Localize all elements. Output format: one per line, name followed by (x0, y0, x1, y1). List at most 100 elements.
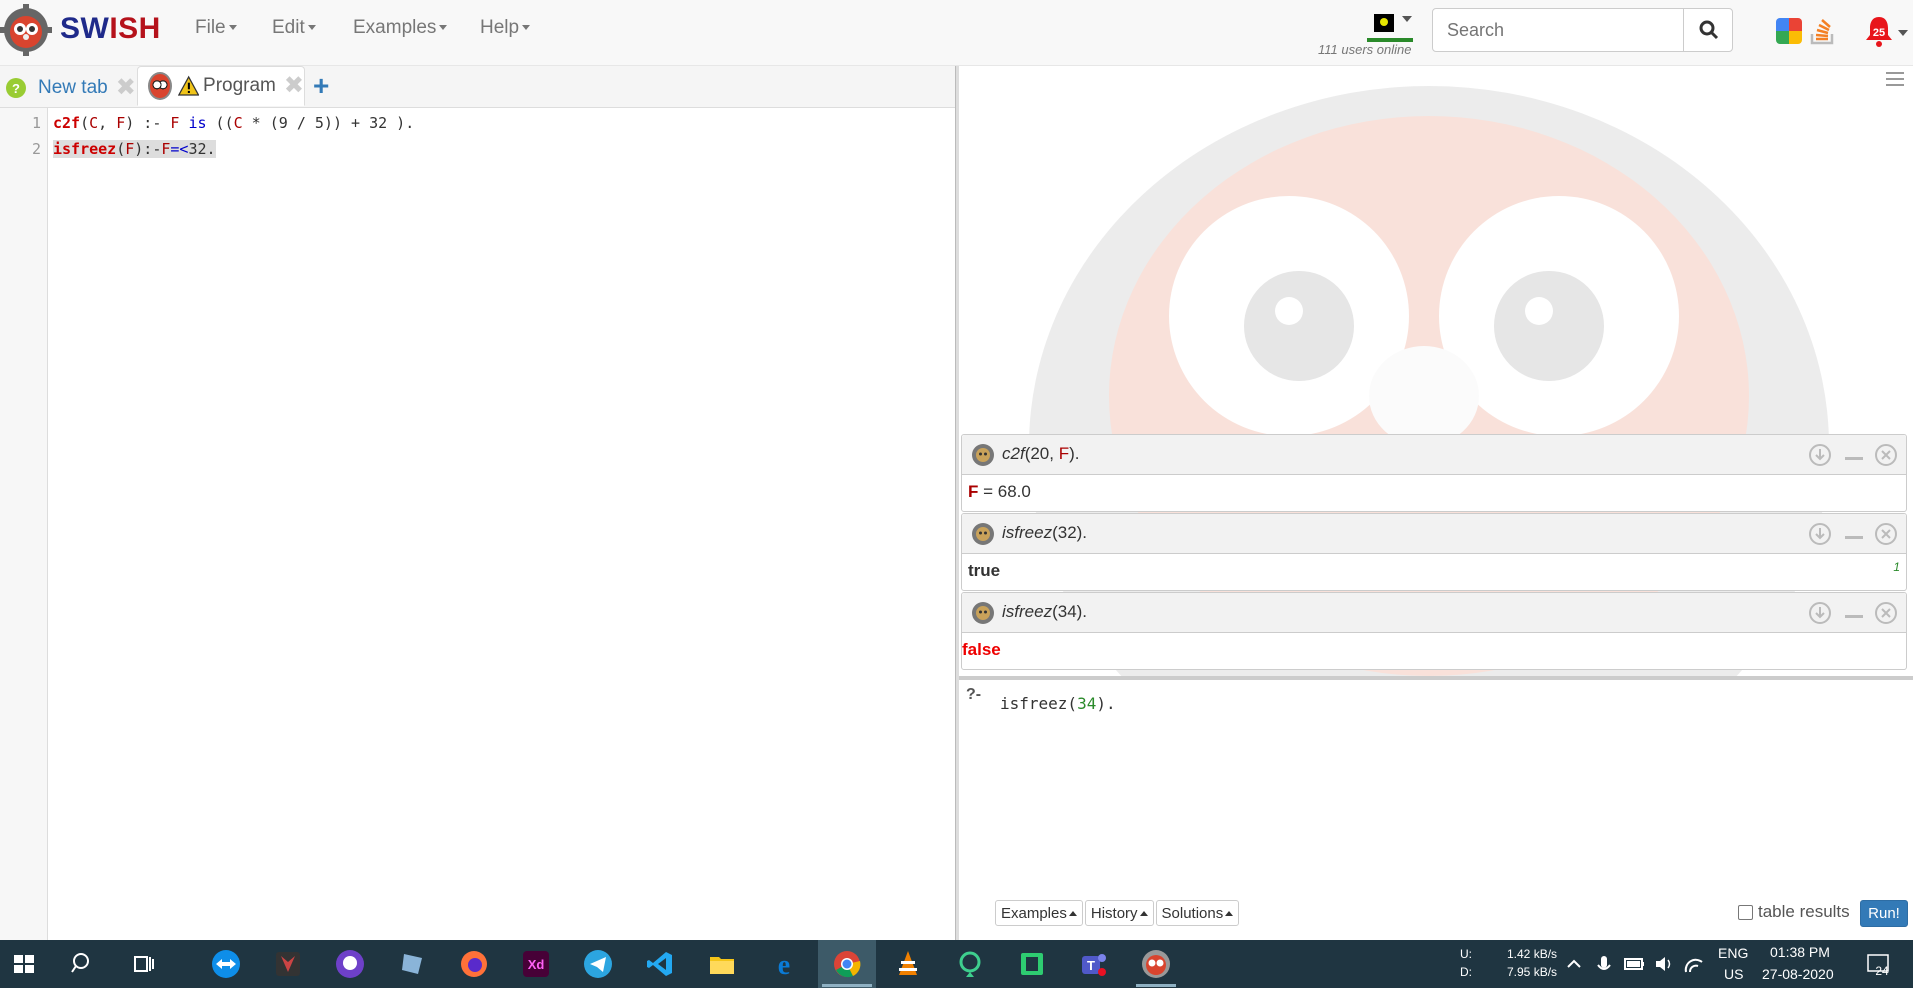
action-center-icon[interactable]: 24 (1862, 948, 1894, 980)
microphone-icon[interactable] (1588, 948, 1620, 980)
tab-program[interactable]: Program ✖ (137, 66, 305, 106)
line-number: 1 (31, 114, 41, 132)
vlc-icon[interactable] (892, 948, 924, 980)
close-icon[interactable] (1874, 443, 1898, 467)
menu-help-label: Help (480, 17, 520, 38)
query-predicate: isfreez (1002, 602, 1053, 621)
chrome-icon[interactable] (831, 948, 863, 980)
query-args: (34). (1052, 602, 1088, 621)
stackoverflow-icon[interactable] (1808, 16, 1838, 46)
query-input-post: ). (1096, 694, 1116, 713)
menu-file[interactable]: File (195, 17, 237, 39)
menu-edit-label: Edit (272, 17, 305, 38)
download-icon[interactable] (1808, 522, 1832, 546)
brand-title[interactable]: SWISH (60, 12, 161, 46)
code-line-1[interactable]: c2f(C, F) :- F is ((C * (9 / 5)) + 32 ). (53, 114, 414, 132)
acer-predator-icon[interactable] (272, 948, 304, 980)
close-icon[interactable]: ✖ (116, 76, 136, 100)
download-speed: 7.95 kB/s (1507, 965, 1558, 979)
table-results-checkbox[interactable] (1738, 904, 1753, 920)
file-explorer-icon[interactable] (706, 948, 738, 980)
menu-examples-label: Examples (353, 17, 437, 38)
code-line-2[interactable]: isfreez(F):-F=<32. (53, 140, 216, 158)
history-button-label: History (1090, 904, 1138, 922)
notification-bell-icon[interactable]: 25 (1862, 14, 1896, 48)
user-avatar-icon[interactable] (1374, 14, 1394, 32)
query-editor[interactable] (995, 680, 1905, 885)
edge-icon[interactable]: e (768, 948, 800, 980)
telegram-icon[interactable] (582, 948, 614, 980)
volume-icon[interactable] (1648, 948, 1680, 980)
svg-text:e: e (778, 950, 790, 980)
query-text: isfreez(32). (1002, 523, 1087, 543)
caret-down-icon[interactable] (1402, 16, 1412, 22)
table-results-toggle[interactable]: table results (1738, 902, 1850, 922)
run-button[interactable]: Run! (1860, 900, 1908, 927)
gear-icon[interactable] (970, 521, 996, 547)
search-input[interactable] (1432, 8, 1684, 52)
task-view-icon[interactable] (127, 948, 159, 980)
close-icon[interactable] (1874, 601, 1898, 625)
examples-button[interactable]: Examples (995, 900, 1083, 926)
clock-date[interactable]: 27-08-2020 (1762, 966, 1834, 982)
caret-down-icon[interactable] (1898, 30, 1908, 36)
query-input-text[interactable]: isfreez(34). (1000, 694, 1116, 713)
github-desktop-icon[interactable] (334, 948, 366, 980)
query-answer: F = 68.0 (962, 475, 1906, 511)
wifi-icon[interactable] (1678, 948, 1710, 980)
query-predicate: c2f (1002, 444, 1025, 463)
caret-down-icon (522, 25, 531, 31)
swish-logo-icon[interactable] (0, 4, 52, 56)
brand-sw: SW (60, 12, 110, 45)
close-icon[interactable]: ✖ (284, 74, 304, 98)
gear-icon[interactable] (970, 442, 996, 468)
swish-app-icon[interactable] (1140, 948, 1172, 980)
firefox-icon[interactable] (458, 948, 490, 980)
tab-new[interactable]: ? New tab ✖ (6, 68, 136, 108)
code-editor[interactable]: 1 2 c2f(C, F) :- F is ((C * (9 / 5)) + 3… (0, 108, 955, 940)
solutions-button[interactable]: Solutions (1155, 900, 1240, 926)
close-icon[interactable] (1874, 522, 1898, 546)
adobe-xd-icon[interactable]: Xd (520, 948, 552, 980)
clock-time[interactable]: 01:38 PM (1770, 944, 1830, 960)
menu-edit[interactable]: Edit (272, 17, 316, 39)
download-icon[interactable] (1808, 443, 1832, 467)
search-button[interactable] (1683, 8, 1733, 52)
region-label[interactable]: US (1724, 966, 1743, 982)
minimize-icon[interactable] (1842, 443, 1866, 467)
download-icon[interactable] (1808, 601, 1832, 625)
menu-help[interactable]: Help (480, 17, 531, 39)
query-header: isfreez(34). (962, 593, 1906, 633)
notes-app-icon[interactable] (396, 948, 428, 980)
caret-up-icon (1225, 910, 1234, 916)
teamviewer-icon[interactable] (210, 948, 242, 980)
windows-start-icon[interactable] (8, 948, 40, 980)
query-header: c2f(20, F). (962, 435, 1906, 475)
answer-true: true (968, 561, 1001, 580)
search-icon[interactable] (67, 948, 99, 980)
query-result-2: isfreez(32). true 1 (961, 513, 1907, 591)
add-tab-icon[interactable]: + (313, 70, 329, 102)
menu-file-label: File (195, 17, 226, 38)
menu-examples[interactable]: Examples (353, 17, 448, 39)
history-button[interactable]: History (1084, 900, 1154, 926)
query-header: isfreez(32). (962, 514, 1906, 554)
query-answer: true 1 (962, 554, 1906, 590)
language-label[interactable]: ENG (1718, 945, 1748, 961)
caret-up-icon (1139, 910, 1148, 916)
teams-icon[interactable]: T (1078, 948, 1110, 980)
search-icon (1699, 20, 1719, 40)
vscode-icon[interactable] (644, 948, 676, 980)
answer-count: 1 (1893, 560, 1900, 574)
line-number: 2 (31, 140, 41, 158)
gear-icon[interactable] (970, 600, 996, 626)
solutions-button-label: Solutions (1161, 904, 1224, 922)
maps-app-icon[interactable] (954, 948, 986, 980)
minimize-icon[interactable] (1842, 522, 1866, 546)
battery-icon[interactable] (1618, 948, 1650, 980)
chevron-up-icon[interactable] (1558, 948, 1590, 980)
menu-hamburger-icon[interactable] (1886, 72, 1904, 90)
google-login-icon[interactable] (1776, 18, 1802, 44)
notebook-app-icon[interactable] (1016, 948, 1048, 980)
minimize-icon[interactable] (1842, 601, 1866, 625)
